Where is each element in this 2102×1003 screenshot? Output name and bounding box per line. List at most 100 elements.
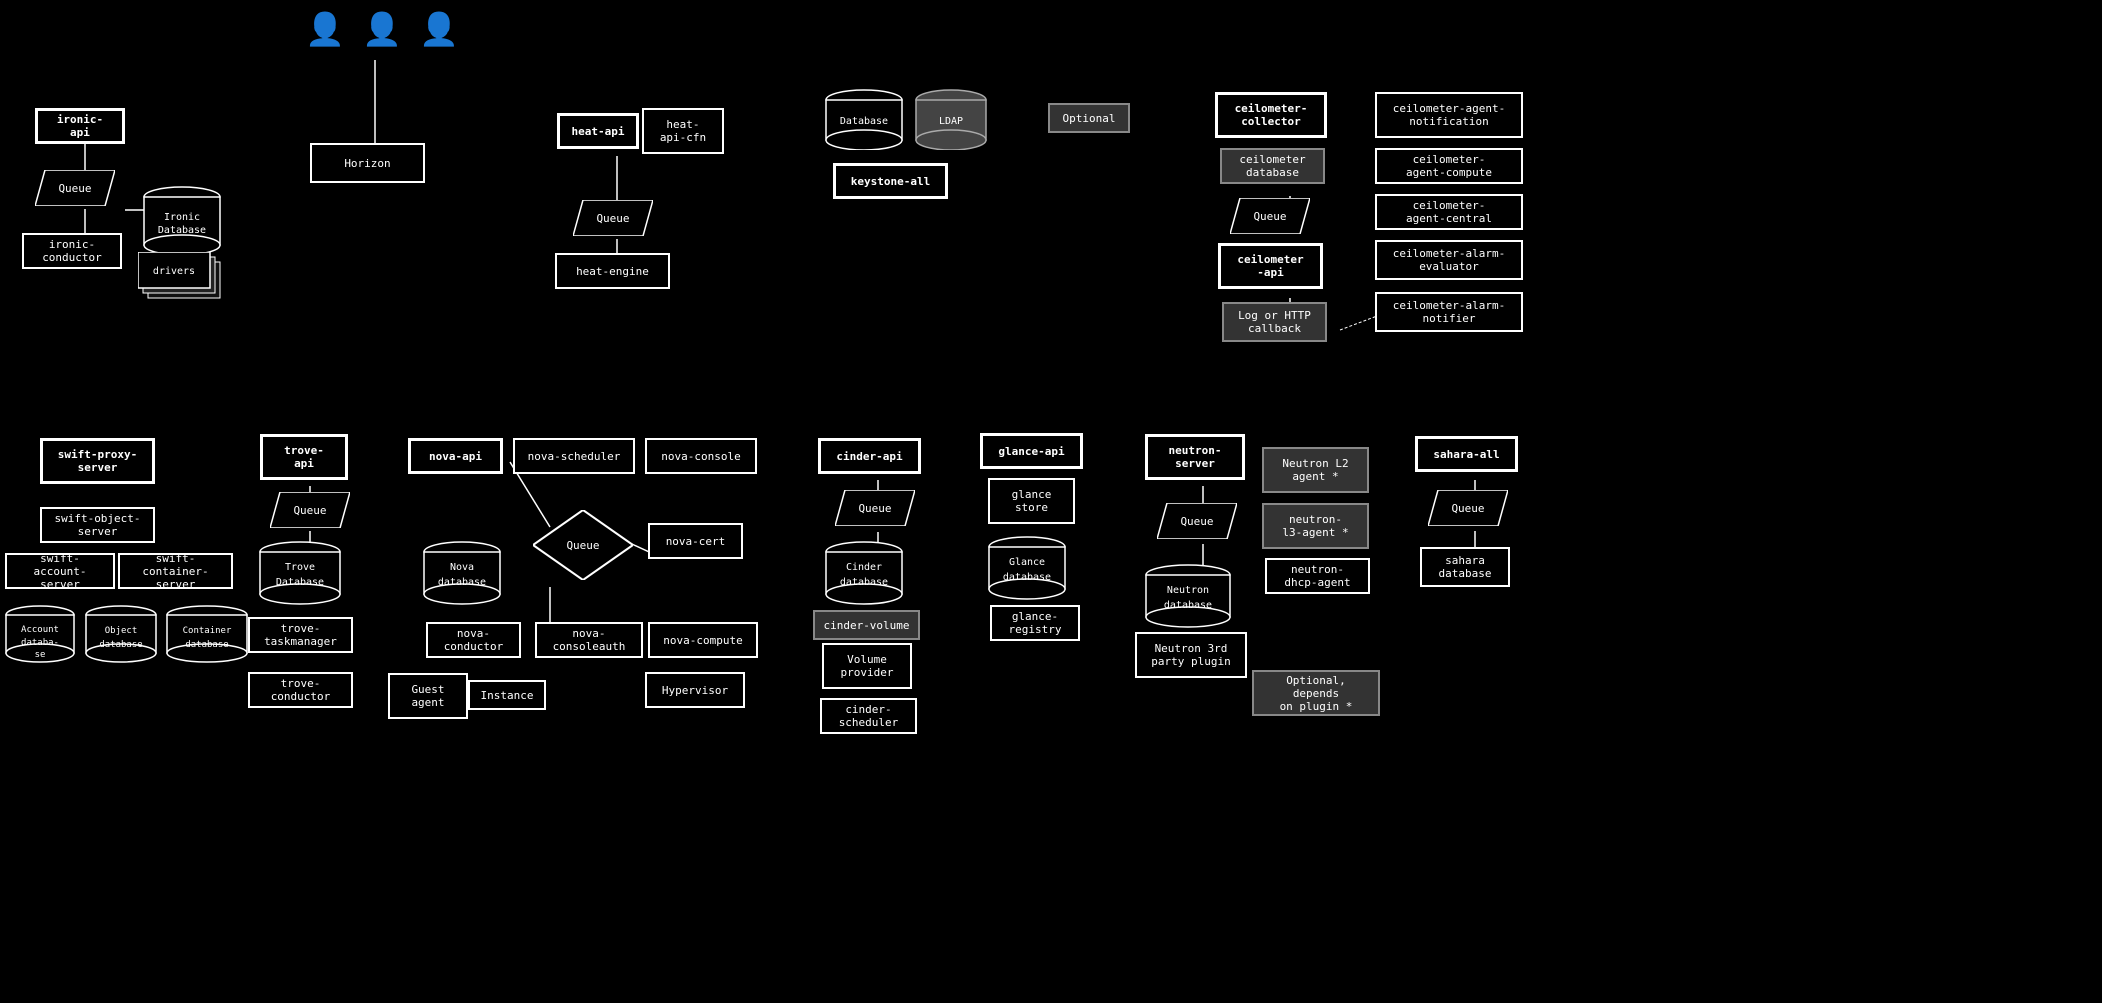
svg-text:Queue: Queue: [1253, 210, 1286, 223]
svg-text:Queue: Queue: [858, 502, 891, 515]
svg-text:LDAP: LDAP: [939, 116, 963, 127]
svg-text:Database: Database: [158, 225, 206, 236]
sahara-queue-shape: Queue: [1428, 490, 1508, 526]
sahara-all-node: sahara-all: [1415, 436, 1518, 472]
neutron-server-node: neutron-server: [1145, 434, 1245, 480]
cinder-api-node: cinder-api: [818, 438, 921, 474]
ceilometer-database-node: ceilometerdatabase: [1220, 148, 1325, 184]
person-icon-3: 👤: [419, 10, 459, 48]
log-callback-node: Log or HTTPcallback: [1222, 302, 1327, 342]
cinder-scheduler-node: cinder-scheduler: [820, 698, 917, 734]
trove-queue-shape: Queue: [270, 492, 350, 528]
glance-store-node: glancestore: [988, 478, 1075, 524]
keystone-db-shape: Database: [822, 88, 907, 150]
neutron-database-shape: Neutron database: [1142, 563, 1234, 628]
svg-text:database: database: [1003, 572, 1051, 583]
nova-compute-node: nova-compute: [648, 622, 758, 658]
instance-node: Instance: [468, 680, 546, 710]
ironic-api-node: ironic- api: [35, 108, 125, 144]
ceilometer-queue-shape: Queue: [1230, 198, 1310, 234]
keystone-ldap-shape: LDAP: [912, 88, 990, 150]
drivers-shape: drivers: [138, 252, 228, 302]
heat-api-node: heat-api: [557, 113, 639, 149]
trove-taskmanager-node: trove-taskmanager: [248, 617, 353, 653]
ca-notification-node: ceilometer-agent-notification: [1375, 92, 1523, 138]
nova-queue-diamond: Queue: [533, 510, 633, 580]
sahara-database-node: saharadatabase: [1420, 547, 1510, 587]
nova-cert-node: nova-cert: [648, 523, 743, 559]
nova-database-shape: Nova database: [420, 540, 505, 605]
nova-console-node: nova-console: [645, 438, 757, 474]
svg-text:Account: Account: [21, 625, 59, 635]
object-db-shape: Object database: [82, 605, 160, 663]
ironic-queue-shape: Queue: [35, 170, 115, 206]
ca-compute-node: ceilometer-agent-compute: [1375, 148, 1523, 184]
ironic-database-shape: Ironic Database: [140, 185, 225, 255]
svg-text:database: database: [99, 640, 142, 650]
trove-conductor-node: trove-conductor: [248, 672, 353, 708]
nova-api-node: nova-api: [408, 438, 503, 474]
svg-text:Cinder: Cinder: [846, 562, 882, 573]
neutron-dhcp-node: neutron-dhcp-agent: [1265, 558, 1370, 594]
volume-provider-node: Volumeprovider: [822, 643, 912, 689]
keystone-optional-node: Optional: [1048, 103, 1130, 133]
svg-text:database: database: [840, 577, 888, 588]
svg-text:database: database: [185, 640, 228, 650]
svg-text:Ironic: Ironic: [164, 212, 200, 223]
svg-text:Queue: Queue: [596, 212, 629, 225]
svg-text:Queue: Queue: [566, 539, 599, 552]
person-icon-2: 👤: [362, 10, 402, 48]
person-icon-1: 👤: [305, 10, 345, 48]
ca-alarm-eval-node: ceilometer-alarm-evaluator: [1375, 240, 1523, 280]
horizon-node: Horizon: [310, 143, 425, 183]
glance-api-node: glance-api: [980, 433, 1083, 469]
swift-object-node: swift-object-server: [40, 507, 155, 543]
optional-plugin-node: Optional, dependson plugin *: [1252, 670, 1380, 716]
svg-text:Queue: Queue: [1180, 515, 1213, 528]
neutron-queue-shape: Queue: [1157, 503, 1237, 539]
hypervisor-node: Hypervisor: [645, 672, 745, 708]
guest-agent-node: Guestagent: [388, 673, 468, 719]
ca-alarm-notif-node: ceilometer-alarm-notifier: [1375, 292, 1523, 332]
cinder-queue-shape: Queue: [835, 490, 915, 526]
trove-api-node: trove-api: [260, 434, 348, 480]
container-db-shape: Container database: [163, 605, 251, 663]
svg-text:Queue: Queue: [58, 182, 91, 195]
svg-text:databa-: databa-: [21, 638, 59, 648]
neutron-l2-node: Neutron L2agent *: [1262, 447, 1369, 493]
svg-text:Neutron: Neutron: [1167, 585, 1209, 596]
ceilometer-api-node: ceilometer-api: [1218, 243, 1323, 289]
glance-database-shape: Glance database: [985, 535, 1070, 600]
svg-text:Nova: Nova: [450, 562, 474, 573]
svg-text:Trove: Trove: [285, 562, 315, 573]
cinder-database-shape: Cinder database: [822, 540, 907, 605]
svg-text:database: database: [1164, 600, 1212, 611]
heat-api-cfn-node: heat-api-cfn: [642, 108, 724, 154]
svg-text:Database: Database: [840, 116, 888, 127]
heat-queue-shape: Queue: [573, 200, 653, 236]
svg-text:se: se: [35, 650, 46, 660]
svg-text:Queue: Queue: [1451, 502, 1484, 515]
ca-central-node: ceilometer-agent-central: [1375, 194, 1523, 230]
svg-text:Queue: Queue: [293, 504, 326, 517]
nova-conductor-node: nova-conductor: [426, 622, 521, 658]
svg-text:Container: Container: [183, 626, 232, 636]
svg-text:Database: Database: [276, 577, 324, 588]
svg-text:drivers: drivers: [153, 266, 195, 277]
svg-text:Glance: Glance: [1009, 557, 1045, 568]
svg-text:Object: Object: [105, 626, 138, 636]
neutron-3rd-party-node: Neutron 3rdparty plugin: [1135, 632, 1247, 678]
ceilometer-collector-node: ceilometer-collector: [1215, 92, 1327, 138]
swift-account-node: swift-account-server: [5, 553, 115, 589]
glance-registry-node: glance-registry: [990, 605, 1080, 641]
nova-consoleauth-node: nova-consoleauth: [535, 622, 643, 658]
account-db-shape: Account databa- se: [3, 605, 78, 663]
trove-database-shape: Trove Database: [256, 540, 344, 605]
ironic-conductor-node: ironic-conductor: [22, 233, 122, 269]
cinder-volume-node: cinder-volume: [813, 610, 920, 640]
neutron-l3-node: neutron-l3-agent *: [1262, 503, 1369, 549]
nova-scheduler-node: nova-scheduler: [513, 438, 635, 474]
keystone-all-node: keystone-all: [833, 163, 948, 199]
heat-engine-node: heat-engine: [555, 253, 670, 289]
swift-proxy-node: swift-proxy-server: [40, 438, 155, 484]
